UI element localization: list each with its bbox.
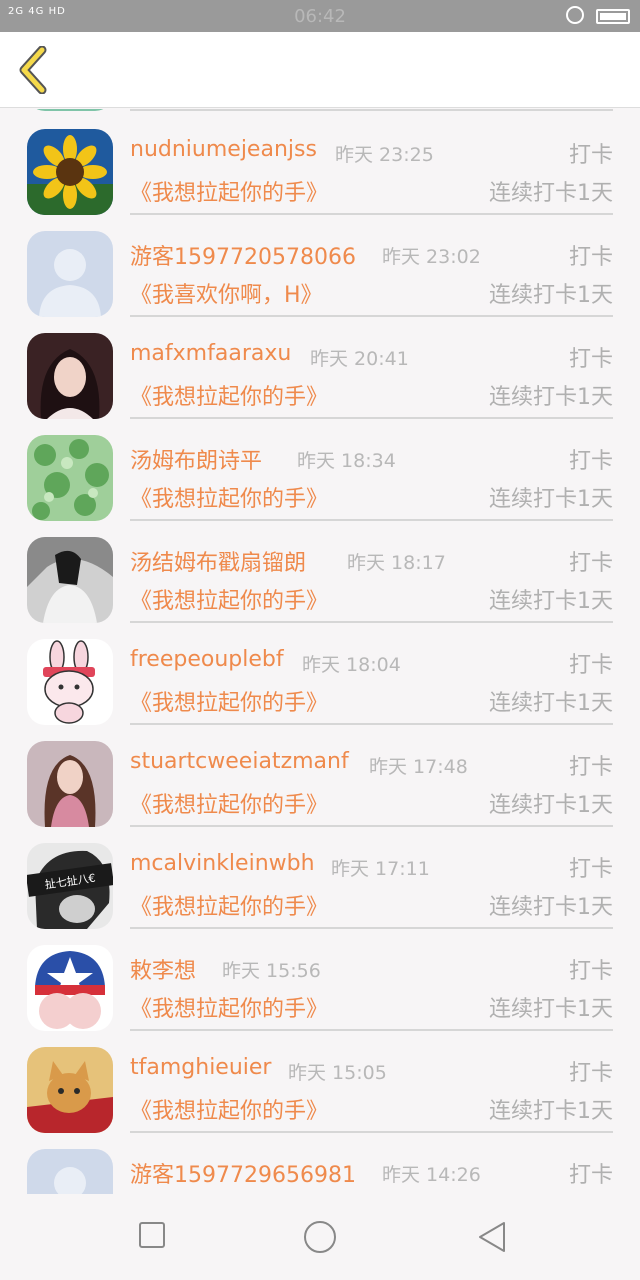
square-icon[interactable] [138,1220,166,1254]
alarm-icon [566,6,584,24]
user-name: 汤姆布朗诗平 [130,449,263,474]
song-title[interactable]: 《我想拉起你的手》 [130,583,328,615]
avatar [27,435,113,521]
list-item[interactable]: tfamghieuier 昨天 15:05 打卡 《我想拉起你的手》 连续打卡1… [0,1027,640,1133]
song-title[interactable]: 《我想拉起你的手》 [130,889,328,921]
streak-label: 连续打卡1天 [489,487,613,512]
song-title[interactable]: 《我想拉起你的手》 [130,787,328,819]
clock-time: 06:42 [294,6,346,27]
triangle-back-icon[interactable] [476,1220,508,1258]
user-name: nudniumejeanjss [130,137,317,162]
streak-label: 连续打卡1天 [489,997,613,1022]
song-title[interactable]: 《我想拉起你的手》 [130,175,328,207]
list-item[interactable]: 敕李想 昨天 15:56 打卡 《我想拉起你的手》 连续打卡1天 [0,925,640,1031]
streak-label: 连续打卡1天 [489,181,613,206]
song-title[interactable]: 《我想拉起你的手》 [130,481,328,513]
avatar [27,129,113,215]
user-name: 游客1597720578066 [130,245,356,270]
system-navbar [0,1194,640,1280]
timestamp: 昨天 14:26 [382,1164,481,1186]
action-label: 打卡 [568,857,613,882]
avatar [27,333,113,419]
song-title[interactable]: 《我想拉起你的手》 [130,991,328,1023]
timestamp: 昨天 18:04 [302,654,401,676]
battery-icon [596,9,630,24]
action-label: 打卡 [568,653,613,678]
streak-label: 连续打卡1天 [489,283,613,308]
list-item[interactable]: freepeouplebf 昨天 18:04 打卡 《我想拉起你的手》 连续打卡… [0,619,640,725]
list-item[interactable]: 扯七扯八€ mcalvinkleinwbh 昨天 17:11 打卡 《我想拉起你… [0,823,640,929]
song-title[interactable]: 《我喜欢你啊，H》 [130,277,323,309]
action-label: 打卡 [568,245,613,270]
action-label: 打卡 [568,959,613,984]
avatar [27,1047,113,1133]
user-name: mafxmfaaraxu [130,341,292,366]
action-label: 打卡 [568,143,613,168]
timestamp: 昨天 17:11 [331,858,430,880]
header [0,32,640,108]
action-label: 打卡 [568,1163,613,1188]
status-bar: 2G 4G HD 06:42 [0,0,640,32]
user-name: mcalvinkleinwbh [130,851,315,876]
streak-label: 连续打卡1天 [489,793,613,818]
list-item[interactable]: 汤结姆布戳扇镏朗 昨天 18:17 打卡 《我想拉起你的手》 连续打卡1天 [0,517,640,623]
action-label: 打卡 [568,551,613,576]
checkin-list[interactable]: nudniumejeanjss 昨天 23:25 打卡 《我想拉起你的手》 连续… [0,109,640,1194]
avatar [27,1149,113,1194]
avatar [27,945,113,1031]
action-label: 打卡 [568,449,613,474]
avatar [27,741,113,827]
list-item[interactable]: 游客1597720578066 昨天 23:02 打卡 《我喜欢你啊，H》 连续… [0,211,640,317]
list-item[interactable]: nudniumejeanjss 昨天 23:25 打卡 《我想拉起你的手》 连续… [0,109,640,215]
action-label: 打卡 [568,1061,613,1086]
list-item[interactable]: mafxmfaaraxu 昨天 20:41 打卡 《我想拉起你的手》 连续打卡1… [0,313,640,419]
timestamp: 昨天 18:34 [297,450,396,472]
list-item[interactable]: stuartcweeiatzmanf 昨天 17:48 打卡 《我想拉起你的手》… [0,721,640,827]
song-title[interactable]: 《我想拉起你的手》 [130,379,328,411]
song-title[interactable]: 《我想拉起你的手》 [130,1093,328,1125]
streak-label: 连续打卡1天 [489,691,613,716]
user-name: freepeouplebf [130,647,284,672]
action-label: 打卡 [568,347,613,372]
user-name: 游客1597729656981 [130,1163,356,1188]
song-title[interactable]: 《我想拉起你的手》 [130,685,328,717]
timestamp: 昨天 15:05 [288,1062,387,1084]
timestamp: 昨天 17:48 [369,756,468,778]
avatar [27,639,113,725]
timestamp: 昨天 18:17 [347,552,446,574]
streak-label: 连续打卡1天 [489,1099,613,1124]
chevron-left-icon[interactable] [14,45,54,95]
streak-label: 连续打卡1天 [489,895,613,920]
list-item[interactable]: 汤姆布朗诗平 昨天 18:34 打卡 《我想拉起你的手》 连续打卡1天 [0,415,640,521]
action-label: 打卡 [568,755,613,780]
avatar [27,231,113,317]
streak-label: 连续打卡1天 [489,589,613,614]
timestamp: 昨天 23:25 [335,144,434,166]
timestamp: 昨天 15:56 [222,960,321,982]
avatar [27,537,113,623]
user-name: 汤结姆布戳扇镏朗 [130,551,307,576]
avatar: 扯七扯八€ [27,843,113,929]
list-item[interactable]: 游客1597729656981 昨天 14:26 打卡 [0,1129,640,1194]
user-name: 敕李想 [130,959,197,984]
streak-label: 连续打卡1天 [489,385,613,410]
timestamp: 昨天 23:02 [382,246,481,268]
circle-icon[interactable] [302,1220,338,1258]
user-name: tfamghieuier [130,1055,272,1080]
timestamp: 昨天 20:41 [310,348,409,370]
user-name: stuartcweeiatzmanf [130,749,349,774]
